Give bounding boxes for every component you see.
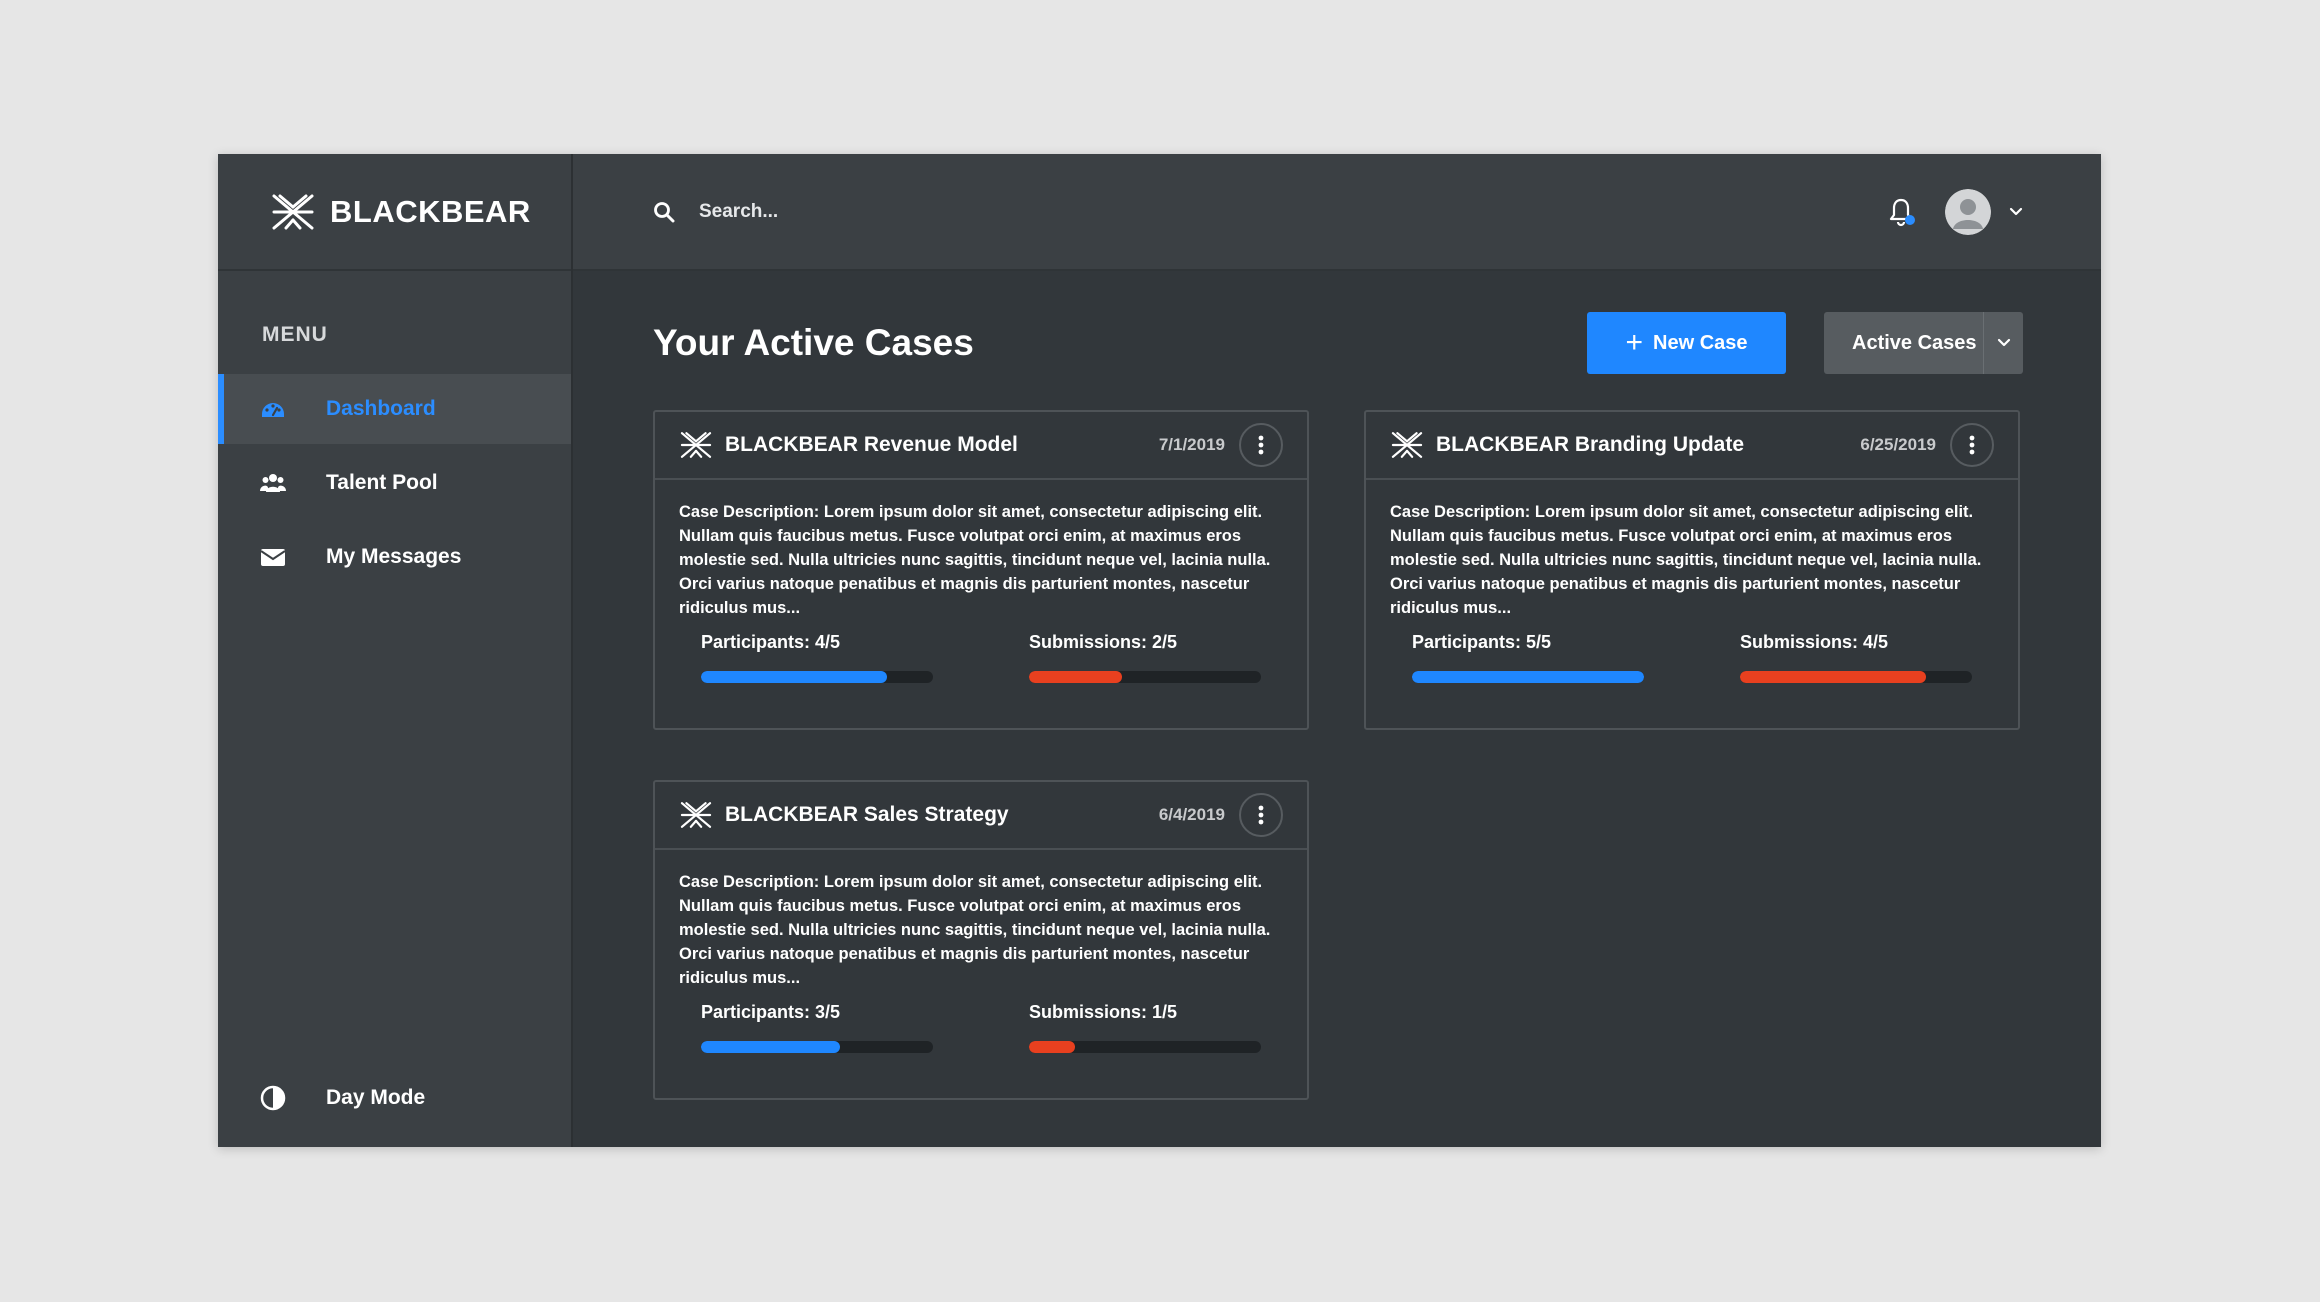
submissions-progress [1029,1041,1261,1053]
sidebar-item-my-messages[interactable]: My Messages [218,522,571,592]
search-bar [653,200,1887,223]
participants-label: Participants: 5/5 [1412,632,1552,652]
new-case-button[interactable]: + New Case [1587,312,1786,374]
case-card[interactable]: BLACKBEAR Revenue Model 7/1/2019 Case De… [653,410,1309,730]
search-input[interactable] [699,200,1099,223]
more-vertical-icon [1258,435,1264,455]
envelope-icon [260,544,286,570]
participants-label: Participants: 3/5 [701,1002,841,1022]
case-title[interactable]: BLACKBEAR Sales Strategy [725,803,1159,827]
user-avatar-icon [1945,188,1991,235]
submissions-label: Submissions: 2/5 [1029,632,1178,652]
progress-fill [1029,671,1122,683]
new-case-label: New Case [1653,331,1748,354]
day-mode-label: Day Mode [326,1086,426,1109]
app-window: BLACKBEAR MENU Dashboard Talent Pool My … [218,154,2101,1147]
case-date: 6/25/2019 [1860,435,1936,454]
card-header: BLACKBEAR Branding Update 6/25/2019 [1366,412,2018,480]
case-description: Case Description: Lorem ipsum dolor sit … [679,503,1271,617]
participants-metric: Participants: 4/5 [701,632,933,683]
case-description: Case Description: Lorem ipsum dolor sit … [679,873,1271,987]
participants-progress [701,1041,933,1053]
plus-icon: + [1625,326,1644,359]
day-mode-toggle[interactable]: Day Mode [260,1085,425,1111]
case-title[interactable]: BLACKBEAR Branding Update [1436,433,1860,457]
dropdown-toggle[interactable] [1983,312,2023,374]
sidebar-item-label: My Messages [326,545,462,568]
card-menu-button[interactable] [1239,423,1283,467]
sidebar-item-label: Talent Pool [326,471,438,494]
submissions-progress [1740,671,1972,683]
participants-progress [701,671,933,683]
submissions-label: Submissions: 1/5 [1029,1002,1178,1022]
more-vertical-icon [1969,435,1975,455]
avatar[interactable] [1945,188,1991,235]
progress-fill [701,1041,841,1053]
card-menu-button[interactable] [1239,793,1283,837]
page-title: Your Active Cases [653,322,974,363]
case-metrics: Participants: 3/5 Submissions: 1/5 [655,1002,1307,1053]
submissions-metric: Submissions: 4/5 [1740,632,1972,683]
content: Your Active Cases + New Case Active Case… [573,271,2101,1100]
card-header: BLACKBEAR Sales Strategy 6/4/2019 [655,782,1307,850]
blackbear-logo-icon [680,432,712,458]
case-date: 7/1/2019 [1158,435,1225,454]
notification-dot [1905,214,1915,225]
sidebar-item-talent-pool[interactable]: Talent Pool [218,448,571,518]
card-menu-button[interactable] [1950,423,1994,467]
dropdown-selected-value: Active Cases [1852,331,1977,354]
progress-fill [1029,1041,1076,1053]
chevron-down-icon[interactable] [2009,205,2023,219]
progress-fill [701,671,887,683]
submissions-metric: Submissions: 1/5 [1029,1002,1261,1053]
menu-title: MENU [262,323,328,346]
sidebar-item-label: Dashboard [326,397,436,420]
submissions-metric: Submissions: 2/5 [1029,632,1261,683]
case-title[interactable]: BLACKBEAR Revenue Model [725,433,1159,457]
case-cards: BLACKBEAR Revenue Model 7/1/2019 Case De… [653,410,2023,1100]
sidebar: BLACKBEAR MENU Dashboard Talent Pool My … [218,154,573,1147]
page-header: Your Active Cases + New Case Active Case… [653,311,2023,375]
more-vertical-icon [1258,805,1264,825]
case-date: 6/4/2019 [1158,805,1225,824]
case-description: Case Description: Lorem ipsum dolor sit … [1390,503,1982,617]
notifications-button[interactable] [1887,197,1915,227]
case-card[interactable]: BLACKBEAR Branding Update 6/25/2019 Case… [1364,410,2020,730]
topbar [573,154,2101,271]
submissions-label: Submissions: 4/5 [1740,632,1889,652]
progress-fill [1740,671,1926,683]
participants-metric: Participants: 5/5 [1412,632,1644,683]
submissions-progress [1029,671,1261,683]
contrast-icon [260,1085,286,1111]
sidebar-item-dashboard[interactable]: Dashboard [218,374,571,444]
blackbear-logo-icon [1391,432,1423,458]
case-card[interactable]: BLACKBEAR Sales Strategy 6/4/2019 Case D… [653,780,1309,1100]
brand[interactable]: BLACKBEAR [218,154,571,271]
blackbear-logo-icon [272,194,314,229]
participants-progress [1412,671,1644,683]
blackbear-logo-icon [680,802,712,828]
cases-filter-dropdown[interactable]: Active Cases [1824,312,2023,374]
participants-metric: Participants: 3/5 [701,1002,933,1053]
dashboard-icon [260,396,286,422]
topbar-actions [1887,188,2023,235]
card-header: BLACKBEAR Revenue Model 7/1/2019 [655,412,1307,480]
brand-name: BLACKBEAR [330,193,531,229]
participants-label: Participants: 4/5 [701,632,841,652]
case-metrics: Participants: 4/5 Submissions: 2/5 [655,632,1307,683]
chevron-down-icon [1997,338,2010,347]
main-area: Your Active Cases + New Case Active Case… [573,154,2101,1147]
users-icon [260,470,286,496]
progress-fill [1412,671,1644,683]
case-metrics: Participants: 5/5 Submissions: 4/5 [1366,632,2018,683]
search-icon[interactable] [653,201,675,223]
